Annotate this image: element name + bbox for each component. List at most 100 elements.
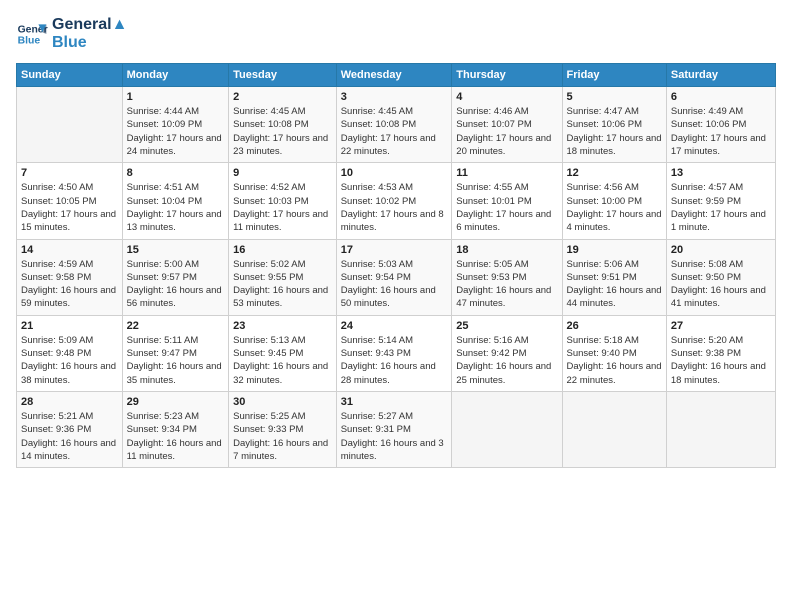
day-detail: Sunrise: 5:16 AMSunset: 9:42 PMDaylight:… (456, 334, 557, 387)
week-row-4: 21 Sunrise: 5:09 AMSunset: 9:48 PMDayligh… (17, 315, 776, 391)
day-cell (562, 391, 666, 467)
day-cell: 13 Sunrise: 4:57 AMSunset: 9:59 PMDayligh… (666, 163, 775, 239)
day-detail: Sunrise: 4:49 AMSunset: 10:06 PMDaylight… (671, 105, 771, 158)
day-cell: 26 Sunrise: 5:18 AMSunset: 9:40 PMDayligh… (562, 315, 666, 391)
logo-icon: General Blue (16, 18, 48, 50)
day-number: 28 (21, 396, 118, 408)
day-cell: 31 Sunrise: 5:27 AMSunset: 9:31 PMDayligh… (336, 391, 452, 467)
day-number: 3 (341, 91, 448, 103)
page-container: General Blue General▲ Blue SundayMondayT… (0, 0, 792, 478)
day-number: 1 (127, 91, 225, 103)
day-cell: 7Sunrise: 4:50 AMSunset: 10:05 PMDayligh… (17, 163, 123, 239)
day-cell: 8 Sunrise: 4:51 AMSunset: 10:04 PMDayligh… (122, 163, 229, 239)
day-number: 6 (671, 91, 771, 103)
day-number: 10 (341, 167, 448, 179)
day-cell: 11Sunrise: 4:55 AMSunset: 10:01 PMDaylig… (452, 163, 562, 239)
calendar-header-row: SundayMondayTuesdayWednesdayThursdayFrid… (17, 64, 776, 87)
day-detail: Sunrise: 4:53 AMSunset: 10:02 PMDaylight… (341, 181, 448, 234)
day-cell (452, 391, 562, 467)
day-number: 24 (341, 320, 448, 332)
day-detail: Sunrise: 4:45 AMSunset: 10:08 PMDaylight… (341, 105, 448, 158)
day-cell: 27 Sunrise: 5:20 AMSunset: 9:38 PMDayligh… (666, 315, 775, 391)
day-number: 14 (21, 244, 118, 256)
week-row-5: 28Sunrise: 5:21 AMSunset: 9:36 PMDayligh… (17, 391, 776, 467)
day-detail: Sunrise: 4:50 AMSunset: 10:05 PMDaylight… (21, 181, 118, 234)
day-number: 21 (21, 320, 118, 332)
day-number: 19 (567, 244, 662, 256)
day-number: 11 (456, 167, 557, 179)
day-cell: 20 Sunrise: 5:08 AMSunset: 9:50 PMDayligh… (666, 239, 775, 315)
header: General Blue General▲ Blue (16, 16, 776, 51)
day-detail: Sunrise: 5:05 AMSunset: 9:53 PMDaylight:… (456, 258, 557, 311)
day-number: 26 (567, 320, 662, 332)
day-header-sunday: Sunday (17, 64, 123, 87)
day-number: 13 (671, 167, 771, 179)
logo: General Blue General▲ Blue (16, 16, 127, 51)
day-number: 27 (671, 320, 771, 332)
day-detail: Sunrise: 5:23 AMSunset: 9:34 PMDaylight:… (127, 410, 225, 463)
calendar-body: 1 Sunrise: 4:44 AMSunset: 10:09 PMDayligh… (17, 87, 776, 468)
day-cell: 14 Sunrise: 4:59 AMSunset: 9:58 PMDayligh… (17, 239, 123, 315)
day-number: 18 (456, 244, 557, 256)
day-cell: 23 Sunrise: 5:13 AMSunset: 9:45 PMDayligh… (229, 315, 337, 391)
day-cell: 21 Sunrise: 5:09 AMSunset: 9:48 PMDayligh… (17, 315, 123, 391)
day-cell: 24 Sunrise: 5:14 AMSunset: 9:43 PMDayligh… (336, 315, 452, 391)
day-detail: Sunrise: 4:45 AMSunset: 10:08 PMDaylight… (233, 105, 332, 158)
day-detail: Sunrise: 5:20 AMSunset: 9:38 PMDaylight:… (671, 334, 771, 387)
day-detail: Sunrise: 5:11 AMSunset: 9:47 PMDaylight:… (127, 334, 225, 387)
day-number: 25 (456, 320, 557, 332)
day-number: 8 (127, 167, 225, 179)
day-cell: 29Sunrise: 5:23 AMSunset: 9:34 PMDayligh… (122, 391, 229, 467)
day-detail: Sunrise: 5:14 AMSunset: 9:43 PMDaylight:… (341, 334, 448, 387)
day-cell: 28Sunrise: 5:21 AMSunset: 9:36 PMDayligh… (17, 391, 123, 467)
svg-text:Blue: Blue (18, 35, 41, 46)
day-detail: Sunrise: 5:03 AMSunset: 9:54 PMDaylight:… (341, 258, 448, 311)
week-row-3: 14 Sunrise: 4:59 AMSunset: 9:58 PMDayligh… (17, 239, 776, 315)
day-detail: Sunrise: 4:56 AMSunset: 10:00 PMDaylight… (567, 181, 662, 234)
day-detail: Sunrise: 5:13 AMSunset: 9:45 PMDaylight:… (233, 334, 332, 387)
day-cell: 3 Sunrise: 4:45 AMSunset: 10:08 PMDayligh… (336, 87, 452, 163)
day-cell: 22Sunrise: 5:11 AMSunset: 9:47 PMDayligh… (122, 315, 229, 391)
day-cell: 2Sunrise: 4:45 AMSunset: 10:08 PMDayligh… (229, 87, 337, 163)
day-detail: Sunrise: 4:57 AMSunset: 9:59 PMDaylight:… (671, 181, 771, 234)
week-row-2: 7Sunrise: 4:50 AMSunset: 10:05 PMDayligh… (17, 163, 776, 239)
day-cell: 16 Sunrise: 5:02 AMSunset: 9:55 PMDayligh… (229, 239, 337, 315)
calendar-table: SundayMondayTuesdayWednesdayThursdayFrid… (16, 63, 776, 468)
day-cell: 19 Sunrise: 5:06 AMSunset: 9:51 PMDayligh… (562, 239, 666, 315)
logo-text: General▲ Blue (52, 16, 127, 51)
day-detail: Sunrise: 4:44 AMSunset: 10:09 PMDaylight… (127, 105, 225, 158)
day-detail: Sunrise: 5:02 AMSunset: 9:55 PMDaylight:… (233, 258, 332, 311)
day-header-tuesday: Tuesday (229, 64, 337, 87)
day-detail: Sunrise: 4:46 AMSunset: 10:07 PMDaylight… (456, 105, 557, 158)
day-cell: 5Sunrise: 4:47 AMSunset: 10:06 PMDayligh… (562, 87, 666, 163)
day-number: 16 (233, 244, 332, 256)
day-number: 4 (456, 91, 557, 103)
day-cell: 6 Sunrise: 4:49 AMSunset: 10:06 PMDayligh… (666, 87, 775, 163)
day-number: 17 (341, 244, 448, 256)
day-detail: Sunrise: 4:52 AMSunset: 10:03 PMDaylight… (233, 181, 332, 234)
day-detail: Sunrise: 5:08 AMSunset: 9:50 PMDaylight:… (671, 258, 771, 311)
day-detail: Sunrise: 5:09 AMSunset: 9:48 PMDaylight:… (21, 334, 118, 387)
day-cell: 17 Sunrise: 5:03 AMSunset: 9:54 PMDayligh… (336, 239, 452, 315)
day-detail: Sunrise: 5:27 AMSunset: 9:31 PMDaylight:… (341, 410, 448, 463)
day-cell: 4 Sunrise: 4:46 AMSunset: 10:07 PMDayligh… (452, 87, 562, 163)
day-header-saturday: Saturday (666, 64, 775, 87)
day-cell: 9Sunrise: 4:52 AMSunset: 10:03 PMDayligh… (229, 163, 337, 239)
day-cell: 25 Sunrise: 5:16 AMSunset: 9:42 PMDayligh… (452, 315, 562, 391)
day-cell: 15Sunrise: 5:00 AMSunset: 9:57 PMDayligh… (122, 239, 229, 315)
day-header-monday: Monday (122, 64, 229, 87)
day-detail: Sunrise: 5:06 AMSunset: 9:51 PMDaylight:… (567, 258, 662, 311)
day-cell: 12Sunrise: 4:56 AMSunset: 10:00 PMDaylig… (562, 163, 666, 239)
day-detail: Sunrise: 5:18 AMSunset: 9:40 PMDaylight:… (567, 334, 662, 387)
day-number: 15 (127, 244, 225, 256)
day-detail: Sunrise: 4:47 AMSunset: 10:06 PMDaylight… (567, 105, 662, 158)
day-number: 20 (671, 244, 771, 256)
day-detail: Sunrise: 5:25 AMSunset: 9:33 PMDaylight:… (233, 410, 332, 463)
day-detail: Sunrise: 4:59 AMSunset: 9:58 PMDaylight:… (21, 258, 118, 311)
day-header-wednesday: Wednesday (336, 64, 452, 87)
day-number: 31 (341, 396, 448, 408)
day-number: 23 (233, 320, 332, 332)
day-detail: Sunrise: 4:51 AMSunset: 10:04 PMDaylight… (127, 181, 225, 234)
week-row-1: 1 Sunrise: 4:44 AMSunset: 10:09 PMDayligh… (17, 87, 776, 163)
day-cell (666, 391, 775, 467)
